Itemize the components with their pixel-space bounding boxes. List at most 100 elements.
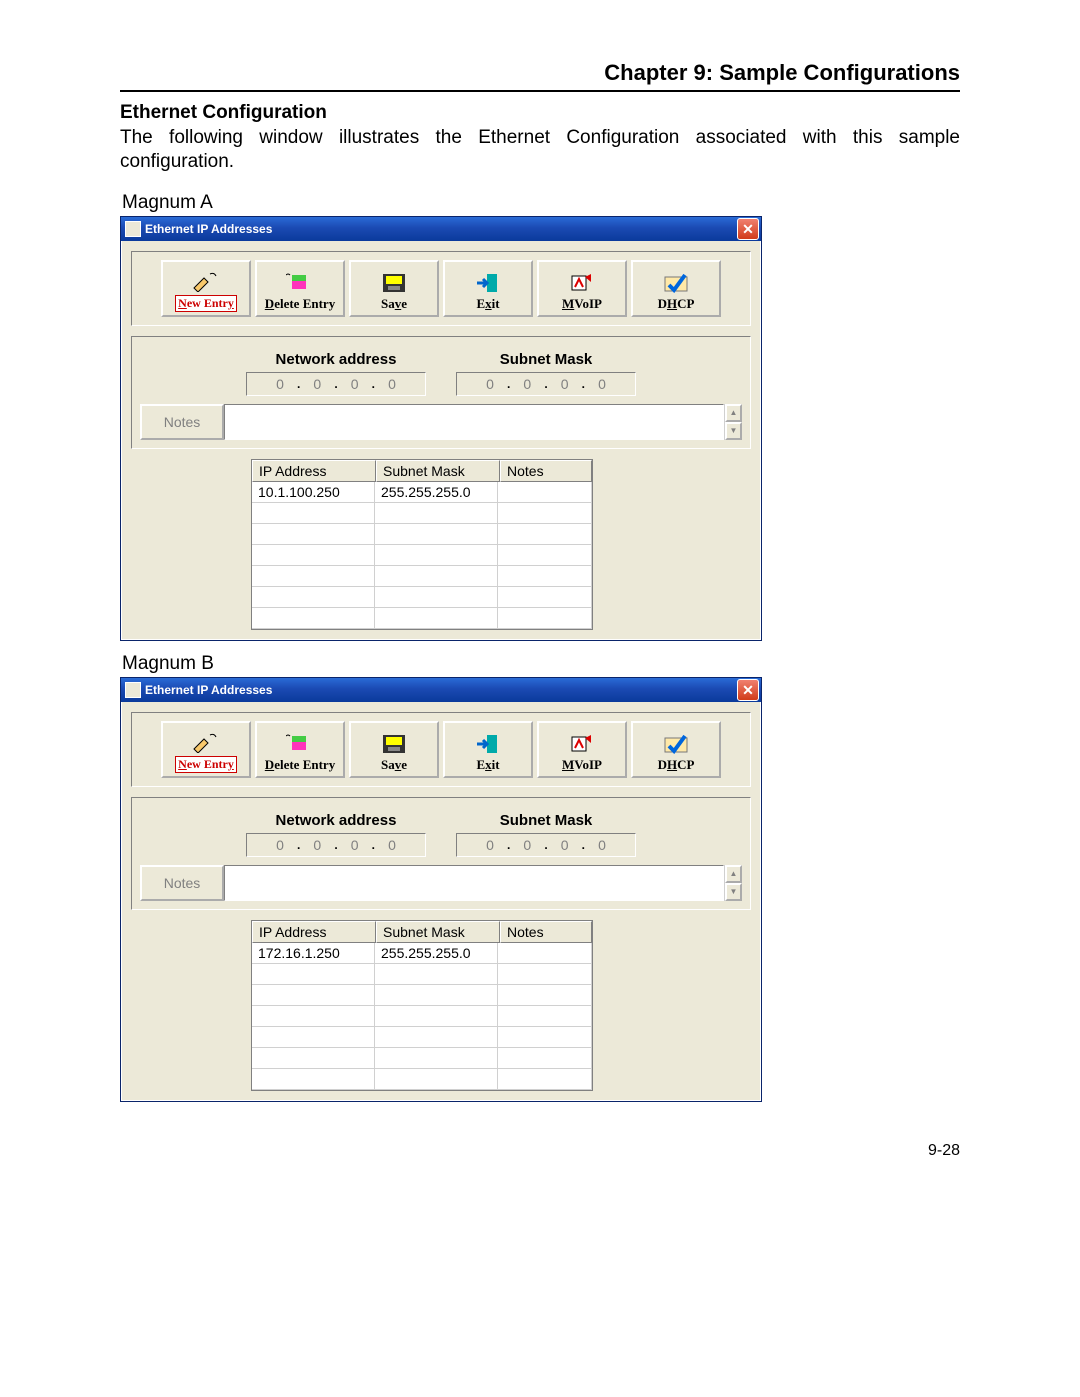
ip-octet[interactable]: 0 <box>265 837 295 853</box>
close-button[interactable]: ✕ <box>737 218 759 240</box>
ip-octet[interactable]: 0 <box>550 837 580 853</box>
cell-ip <box>252 1048 375 1069</box>
save-button[interactable]: Save <box>349 721 439 778</box>
table-row[interactable] <box>252 1027 592 1048</box>
grid-header-row: IP Address Subnet Mask Notes <box>252 921 592 943</box>
notes-input[interactable] <box>224 404 724 440</box>
cell-notes <box>498 985 592 1006</box>
subnet-mask-input[interactable]: 0. 0. 0. 0 <box>456 833 636 857</box>
cell-notes <box>498 566 592 587</box>
cell-ip <box>252 964 375 985</box>
cell-ip <box>252 503 375 524</box>
floppy-icon <box>380 272 408 294</box>
cell-mask: 255.255.255.0 <box>375 482 498 503</box>
ip-address-grid[interactable]: IP Address Subnet Mask Notes 172.16.1.25… <box>251 920 593 1091</box>
mvoip-button[interactable]: MVoIP <box>537 260 627 317</box>
new-entry-button[interactable]: New Entry <box>161 721 251 778</box>
ip-address-grid[interactable]: IP Address Subnet Mask Notes 10.1.100.25… <box>251 459 593 630</box>
scroll-up-icon[interactable]: ▲ <box>725 404 742 422</box>
cell-notes <box>498 1048 592 1069</box>
cell-ip <box>252 608 375 629</box>
save-button[interactable]: Save <box>349 260 439 317</box>
exit-door-icon <box>474 733 502 755</box>
grid-header-mask: Subnet Mask <box>376 460 500 482</box>
table-row[interactable] <box>252 545 592 566</box>
pencil-new-icon <box>192 732 220 754</box>
cell-ip <box>252 545 375 566</box>
scroll-down-icon[interactable]: ▼ <box>725 883 742 901</box>
dhcp-button[interactable]: DHCP <box>631 721 721 778</box>
table-row[interactable] <box>252 985 592 1006</box>
ip-octet[interactable]: 0 <box>302 376 332 392</box>
ip-octet[interactable]: 0 <box>377 376 407 392</box>
ip-octet[interactable]: 0 <box>340 376 370 392</box>
notes-label: Notes <box>140 865 224 901</box>
cell-mask <box>375 524 498 545</box>
network-address-input[interactable]: 0. 0. 0. 0 <box>246 833 426 857</box>
exit-door-icon <box>474 272 502 294</box>
grid-header-row: IP Address Subnet Mask Notes <box>252 460 592 482</box>
table-row[interactable] <box>252 587 592 608</box>
table-row[interactable] <box>252 503 592 524</box>
ip-octet[interactable]: 0 <box>587 376 617 392</box>
scroll-down-icon[interactable]: ▼ <box>725 422 742 440</box>
notes-scrollbar[interactable]: ▲ ▼ <box>724 404 742 440</box>
exit-button[interactable]: Exit <box>443 260 533 317</box>
exit-label: Exit <box>476 757 499 773</box>
mvoip-label: MVoIP <box>562 757 602 773</box>
close-button[interactable]: ✕ <box>737 679 759 701</box>
table-row[interactable]: 10.1.100.250 255.255.255.0 <box>252 482 592 503</box>
table-row[interactable] <box>252 566 592 587</box>
table-row[interactable] <box>252 964 592 985</box>
cell-mask: 255.255.255.0 <box>375 943 498 964</box>
network-address-input[interactable]: 0. 0. 0. 0 <box>246 372 426 396</box>
toolbar-panel: New Entry Delete Entry Sav <box>131 712 751 787</box>
ip-octet[interactable]: 0 <box>512 376 542 392</box>
grid-header-notes: Notes <box>500 460 592 482</box>
dhcp-button[interactable]: DHCP <box>631 260 721 317</box>
table-row[interactable] <box>252 1006 592 1027</box>
ip-octet[interactable]: 0 <box>550 376 580 392</box>
scroll-up-icon[interactable]: ▲ <box>725 865 742 883</box>
save-label: Save <box>381 296 407 312</box>
cell-ip <box>252 566 375 587</box>
mvoip-icon <box>568 272 596 294</box>
table-row[interactable] <box>252 1069 592 1090</box>
notes-scrollbar[interactable]: ▲ ▼ <box>724 865 742 901</box>
cell-mask <box>375 1048 498 1069</box>
cell-mask <box>375 566 498 587</box>
ip-octet[interactable]: 0 <box>475 376 505 392</box>
table-row[interactable] <box>252 1048 592 1069</box>
ip-octet[interactable]: 0 <box>512 837 542 853</box>
toolbar-panel: New Entry Delete Entry Sav <box>131 251 751 326</box>
table-row[interactable]: 172.16.1.250 255.255.255.0 <box>252 943 592 964</box>
ip-octet[interactable]: 0 <box>340 837 370 853</box>
page-number: 9-28 <box>120 1142 960 1160</box>
table-row[interactable] <box>252 608 592 629</box>
table-row[interactable] <box>252 524 592 545</box>
new-entry-button[interactable]: New Entry <box>161 260 251 317</box>
cell-mask <box>375 985 498 1006</box>
address-panel: Network address 0. 0. 0. 0 Subnet Mask <box>131 797 751 910</box>
cell-notes <box>498 1069 592 1090</box>
new-entry-label: New Entry <box>175 756 237 773</box>
notes-input[interactable] <box>224 865 724 901</box>
subnet-mask-input[interactable]: 0. 0. 0. 0 <box>456 372 636 396</box>
mvoip-label: MVoIP <box>562 296 602 312</box>
intro-paragraph: The following window illustrates the Eth… <box>120 126 960 174</box>
cell-notes <box>498 482 592 503</box>
delete-entry-button[interactable]: Delete Entry <box>255 260 345 317</box>
ip-octet[interactable]: 0 <box>265 376 295 392</box>
ip-octet[interactable]: 0 <box>587 837 617 853</box>
window-title: Ethernet IP Addresses <box>145 683 272 697</box>
cell-ip: 10.1.100.250 <box>252 482 375 503</box>
ip-octet[interactable]: 0 <box>377 837 407 853</box>
ip-octet[interactable]: 0 <box>302 837 332 853</box>
mvoip-button[interactable]: MVoIP <box>537 721 627 778</box>
delete-entry-button[interactable]: Delete Entry <box>255 721 345 778</box>
subnet-mask-label: Subnet Mask <box>456 351 636 368</box>
address-panel: Network address 0. 0. 0. 0 Subnet Mask <box>131 336 751 449</box>
exit-button[interactable]: Exit <box>443 721 533 778</box>
ip-octet[interactable]: 0 <box>475 837 505 853</box>
titlebar: Ethernet IP Addresses ✕ <box>121 217 761 241</box>
